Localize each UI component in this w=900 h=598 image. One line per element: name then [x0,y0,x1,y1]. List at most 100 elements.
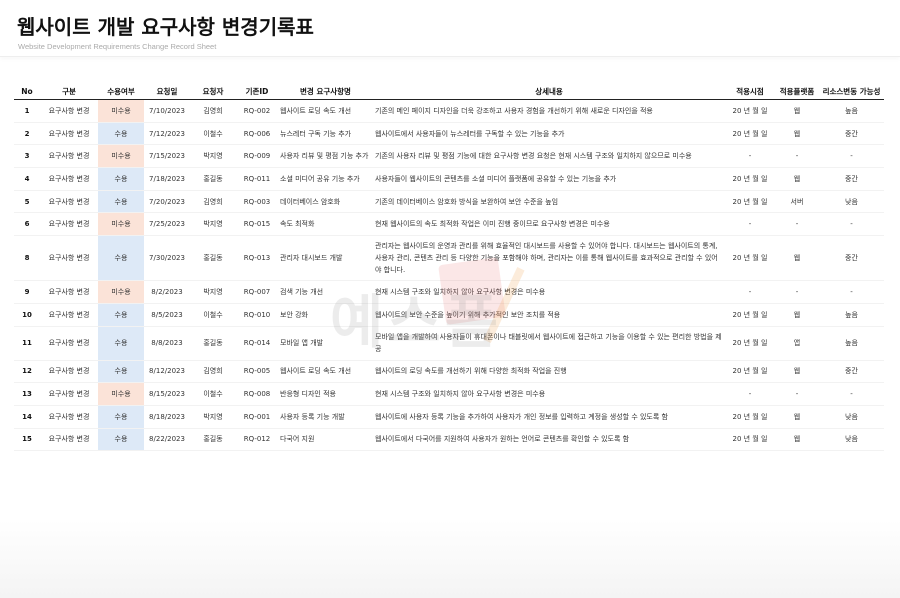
status-cell: 수용 [98,303,144,327]
apply-date-cell: 20 년 월 일 [725,235,775,282]
id-cell: RQ-002 [236,99,278,123]
resource-cell: 높음 [819,303,884,327]
type-cell: 요구사항 변경 [40,382,98,406]
column-header: 상세내용 [373,84,725,100]
column-header: 요청일 [144,84,190,100]
requester-cell: 김영희 [190,99,236,123]
status-cell: 수용 [98,167,144,191]
status-cell: 수용 [98,428,144,452]
requirement-name-cell: 반응형 디자인 적용 [278,382,373,406]
requirement-name-cell: 보안 강화 [278,303,373,327]
table-body: 1 요구사항 변경 미수용 7/10/2023 김영희 RQ-002 웹사이트 로딩 속도 … [14,99,884,452]
no-cell: 11 [14,326,40,361]
page-title: 웹사이트 개발 요구사항 변경기록표 [17,15,314,39]
column-header: 요청자 [190,84,236,100]
resource-cell: 낮음 [819,190,884,214]
apply-date-cell: - [725,212,775,237]
status-cell: 미수용 [98,212,144,237]
table-row[interactable]: 5 요구사항 변경 수용 7/20/2023 김영희 RQ-003 데이터베이스 암호화 기존… [14,190,884,214]
table-row[interactable]: 14 요구사항 변경 수용 8/18/2023 박지영 RQ-001 사용자 등록 기능 개… [14,405,884,429]
requirement-name-cell: 사용자 등록 기능 개발 [278,405,373,429]
detail-cell: 웹사이트에서 다국어를 지원하여 사용자가 원하는 언어로 콘텐츠를 확인할 수… [373,428,725,452]
table-row[interactable]: 13 요구사항 변경 미수용 8/15/2023 이철수 RQ-008 반응형 디자인 적용… [14,382,884,406]
status-cell: 수용 [98,190,144,214]
resource-cell: - [819,280,884,304]
date-cell: 7/30/2023 [144,235,190,282]
column-header: 리소스변동 가능성 [819,84,884,100]
table-row[interactable]: 12 요구사항 변경 수용 8/12/2023 김영희 RQ-005 웹사이트 로딩 속도 … [14,360,884,384]
requester-cell: 박지영 [190,405,236,429]
apply-date-cell: - [725,144,775,169]
change-record-table: No 구분 수용여부 요청일 요청자 기존ID 변경 요구사항명 상세내용 적용시점 적용플랫폼 리… [14,84,884,452]
platform-cell: 웹 [775,360,819,384]
date-cell: 8/8/2023 [144,326,190,361]
table-row[interactable]: 4 요구사항 변경 수용 7/18/2023 홍길동 RQ-011 소셜 미디어 공유 기능… [14,167,884,191]
id-cell: RQ-014 [236,326,278,361]
requester-cell: 김영희 [190,190,236,214]
type-cell: 요구사항 변경 [40,303,98,327]
table-row[interactable]: 10 요구사항 변경 수용 8/5/2023 이철수 RQ-010 보안 강화 웹사이트의 보… [14,303,884,327]
id-cell: RQ-003 [236,190,278,214]
requirement-name-cell: 검색 기능 개선 [278,280,373,304]
requirement-name-cell: 웹사이트 로딩 속도 개선 [278,360,373,384]
table-row[interactable]: 9 요구사항 변경 미수용 8/2/2023 박지영 RQ-007 검색 기능 개선 현재 시… [14,280,884,304]
status-cell: 미수용 [98,144,144,169]
requirement-name-cell: 웹사이트 로딩 속도 개선 [278,99,373,123]
table-row[interactable]: 3 요구사항 변경 미수용 7/15/2023 박지영 RQ-009 사용자 리뷰 및 평점… [14,144,884,169]
table-row[interactable]: 8 요구사항 변경 수용 7/30/2023 홍길동 RQ-013 관리자 대시보드 개발 관… [14,235,884,282]
no-cell: 15 [14,428,40,452]
no-cell: 2 [14,122,40,146]
requester-cell: 박지영 [190,144,236,169]
detail-cell: 웹사이트에 사용자 등록 기능을 추가하여 사용자가 개인 정보를 입력하고 계… [373,405,725,429]
table-row[interactable]: 2 요구사항 변경 수용 7/12/2023 이철수 RQ-006 뉴스레터 구독 기능 추… [14,122,884,146]
platform-cell: 웹 [775,122,819,146]
sheet-header: 웹사이트 개발 요구사항 변경기록표 Website Development R… [0,0,900,57]
resource-cell: 중간 [819,122,884,146]
id-cell: RQ-012 [236,428,278,452]
table-row[interactable]: 15 요구사항 변경 수용 8/22/2023 홍길동 RQ-012 다국어 지원 웹사이트에… [14,428,884,452]
detail-cell: 웹사이트의 보안 수준을 높이기 위해 추가적인 보안 조치를 적용 [373,303,725,327]
id-cell: RQ-008 [236,382,278,406]
no-cell: 12 [14,360,40,384]
id-cell: RQ-001 [236,405,278,429]
apply-date-cell: 20 년 월 일 [725,360,775,384]
resource-cell: 중간 [819,360,884,384]
no-cell: 3 [14,144,40,169]
platform-cell: 웹 [775,405,819,429]
apply-date-cell: 20 년 월 일 [725,405,775,429]
requirement-name-cell: 모바일 앱 개발 [278,326,373,361]
date-cell: 8/5/2023 [144,303,190,327]
id-cell: RQ-009 [236,144,278,169]
table-row[interactable]: 11 요구사항 변경 수용 8/8/2023 홍길동 RQ-014 모바일 앱 개발 모바일 … [14,326,884,361]
id-cell: RQ-013 [236,235,278,282]
no-cell: 4 [14,167,40,191]
requester-cell: 박지영 [190,280,236,304]
id-cell: RQ-005 [236,360,278,384]
no-cell: 14 [14,405,40,429]
platform-cell: - [775,212,819,237]
no-cell: 1 [14,99,40,123]
platform-cell: - [775,382,819,406]
spreadsheet-page: 웹사이트 개발 요구사항 변경기록표 Website Development R… [0,0,900,598]
resource-cell: - [819,382,884,406]
apply-date-cell: - [725,280,775,304]
no-cell: 9 [14,280,40,304]
date-cell: 8/22/2023 [144,428,190,452]
column-header: 기존ID [236,84,278,100]
date-cell: 7/20/2023 [144,190,190,214]
status-cell: 수용 [98,326,144,361]
requirement-name-cell: 사용자 리뷰 및 평점 기능 추가 [278,144,373,169]
requester-cell: 박지영 [190,212,236,237]
resource-cell: 높음 [819,99,884,123]
apply-date-cell: 20 년 월 일 [725,190,775,214]
type-cell: 요구사항 변경 [40,99,98,123]
table-row[interactable]: 1 요구사항 변경 미수용 7/10/2023 김영희 RQ-002 웹사이트 로딩 속도 … [14,99,884,123]
date-cell: 7/10/2023 [144,99,190,123]
detail-cell: 웹사이트에서 사용자들이 뉴스레터를 구독할 수 있는 기능을 추가 [373,122,725,146]
id-cell: RQ-011 [236,167,278,191]
table-row[interactable]: 6 요구사항 변경 미수용 7/25/2023 박지영 RQ-015 속도 최적화 현재 웹사… [14,212,884,237]
platform-cell: 웹 [775,99,819,123]
table-header-row: No 구분 수용여부 요청일 요청자 기존ID 변경 요구사항명 상세내용 적용시점 적용플랫폼 리… [14,84,884,100]
status-cell: 미수용 [98,99,144,123]
resource-cell: 중간 [819,167,884,191]
